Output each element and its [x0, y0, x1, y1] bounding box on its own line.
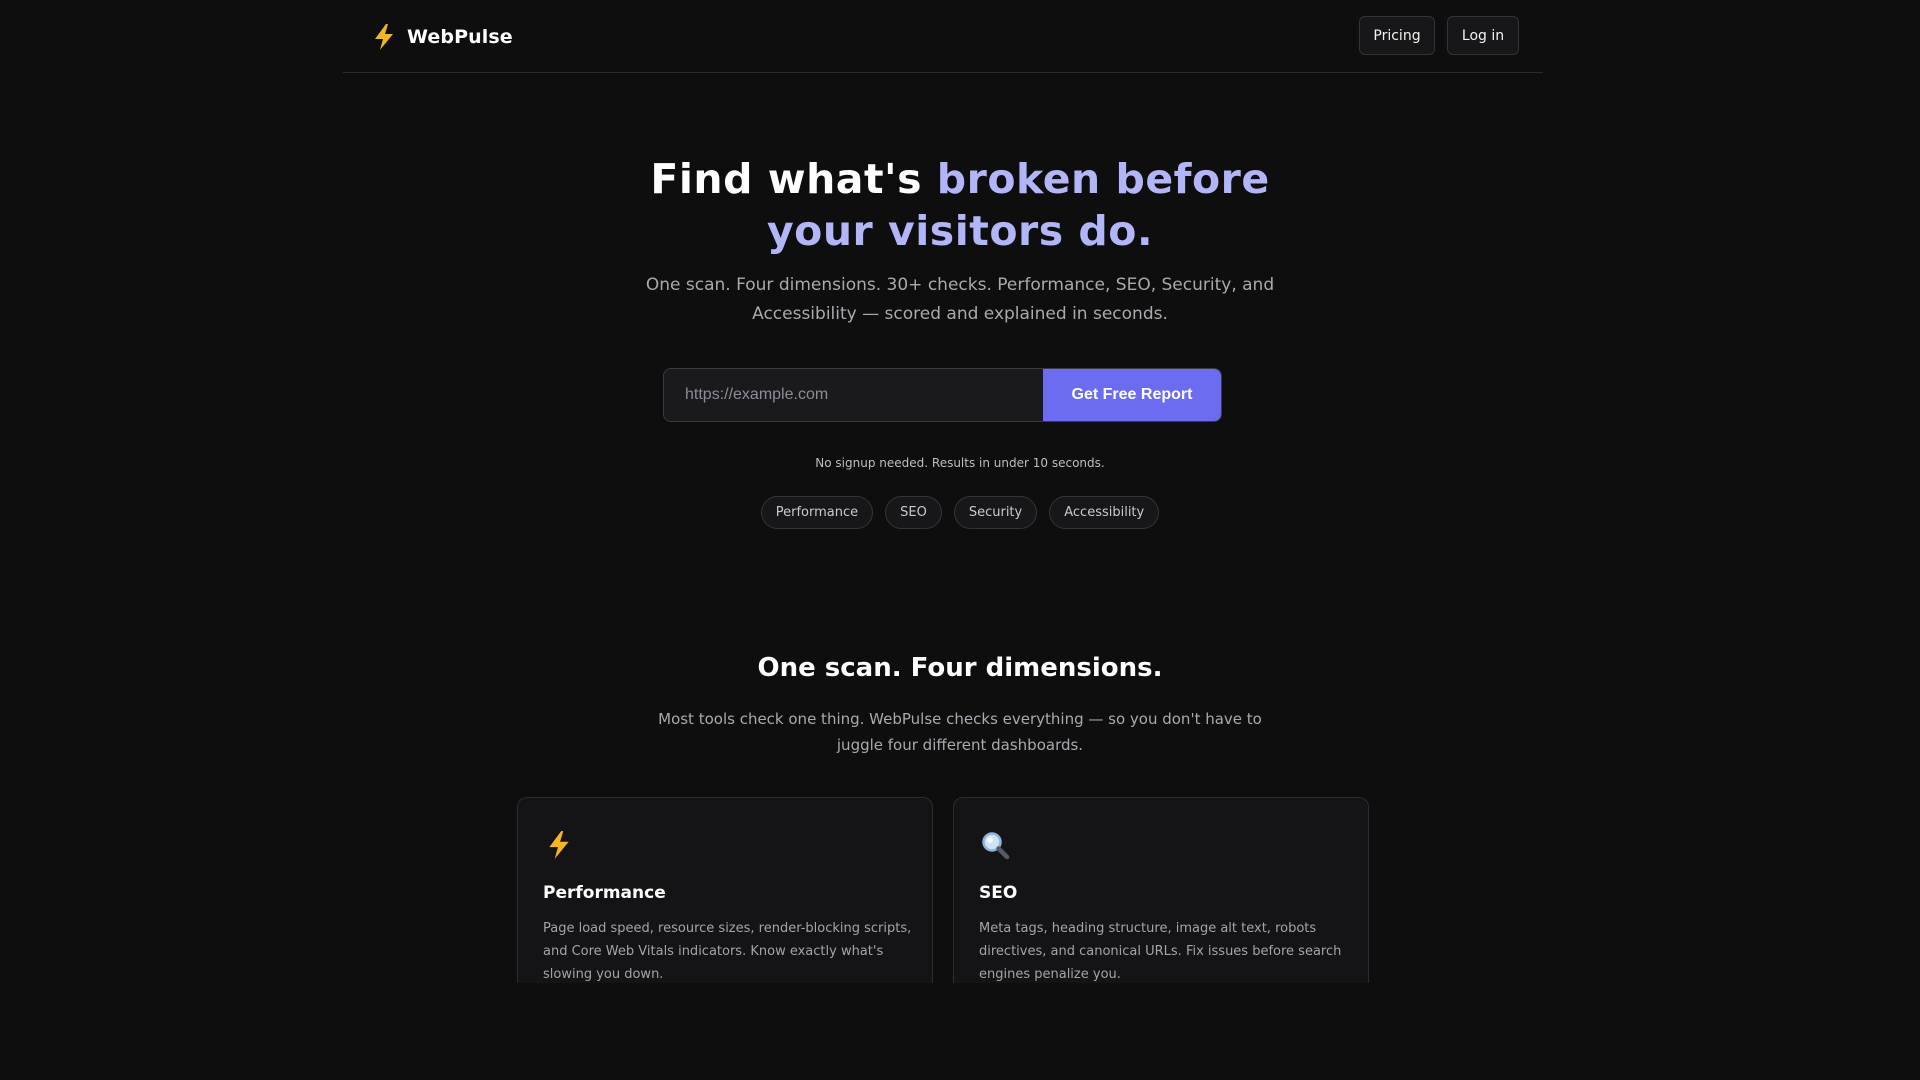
category-pills: Performance SEO Security Accessibility: [0, 496, 1920, 529]
pill-security: Security: [953, 496, 1038, 529]
features-subtitle: Most tools check one thing. WebPulse che…: [658, 710, 1262, 754]
feature-card-seo: SEO Meta tags, heading structure, image …: [953, 797, 1369, 983]
brand-name: WebPulse: [407, 26, 513, 48]
login-button[interactable]: Log in: [1447, 16, 1519, 55]
hero-subtitle: One scan. Four dimensions. 30+ checks. P…: [645, 275, 1275, 324]
feature-card-performance: Performance Page load speed, resource si…: [517, 797, 933, 983]
pill-seo: SEO: [885, 496, 942, 529]
get-free-report-button[interactable]: Get Free Report: [1043, 369, 1221, 421]
feature-card-description: Meta tags, heading structure, image alt …: [979, 921, 1342, 982]
brand-logo[interactable]: WebPulse: [371, 23, 513, 51]
features-title: One scan. Four dimensions.: [757, 653, 1163, 683]
hero-title-plain: Find what's: [650, 155, 923, 203]
top-nav: WebPulse Pricing Log in: [343, 0, 1543, 73]
lightning-bolt-icon: [375, 24, 393, 50]
url-input[interactable]: [664, 369, 1043, 421]
pill-performance: Performance: [760, 496, 874, 529]
lightning-bolt-icon: [549, 831, 569, 859]
hero-title: Find what's broken before your visitors …: [0, 153, 1920, 257]
feature-card-description: Page load speed, resource sizes, render-…: [543, 921, 912, 982]
scan-form: Get Free Report: [663, 368, 1222, 422]
signup-note: No signup needed. Results in under 10 se…: [815, 456, 1105, 470]
pill-accessibility: Accessibility: [1049, 496, 1160, 529]
feature-card-title: SEO: [979, 883, 1018, 903]
magnifying-glass-icon: [982, 832, 1010, 860]
hero-title-accent-line2: your visitors do.: [766, 207, 1154, 255]
feature-card-title: Performance: [543, 883, 666, 903]
pricing-button[interactable]: Pricing: [1359, 16, 1435, 55]
hero-title-accent: broken before: [936, 155, 1270, 203]
